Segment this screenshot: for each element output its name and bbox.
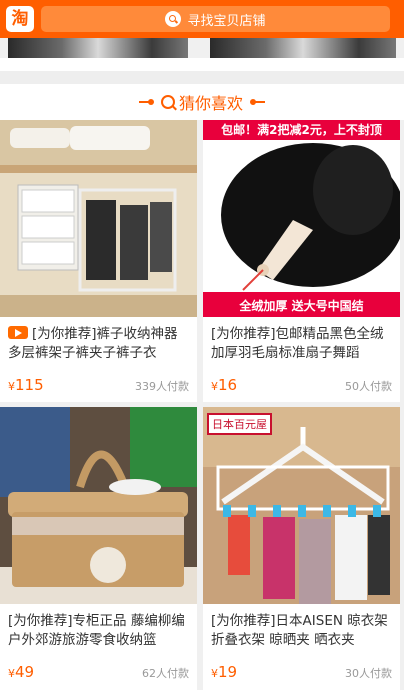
taobao-logo[interactable]: 淘	[6, 6, 34, 32]
divider-left	[138, 99, 154, 105]
promo-banner-top: 包邮！满2把减2元，上不封顶	[221, 123, 382, 137]
product-card[interactable]: [为你推荐]裤子收纳神器多层裤架子裤夹子裤子衣 ¥115 339人付款	[0, 120, 197, 402]
feather-fan-illustration	[203, 120, 400, 317]
product-card[interactable]: 包邮！满2把减2元，上不封顶 全绒加厚 送大号中国结 [为你推荐]包邮精品黑色全…	[203, 120, 400, 402]
product-card[interactable]: [为你推荐]专柜正品 藤编柳编户外郊游旅游零食收纳篮 ¥49 62人付款	[0, 407, 197, 690]
sold-count: 50人付款	[345, 380, 392, 393]
product-price: ¥49	[8, 663, 35, 681]
section-title: 猜你喜欢	[178, 94, 243, 113]
sold-count: 339人付款	[135, 380, 189, 393]
product-price: ¥16	[211, 376, 238, 394]
search-icon	[165, 11, 182, 27]
clothes-hanger-illustration	[203, 407, 400, 604]
product-card[interactable]: 日本百元屋 [为你推荐]日本AISEN 晾衣架 折叠衣架 晾晒夹 晒衣夹 ¥19…	[203, 407, 400, 690]
wicker-basket-illustration	[0, 407, 197, 604]
search-icon	[160, 95, 175, 109]
previous-product-image-right[interactable]	[210, 38, 396, 60]
product-title[interactable]: [为你推荐]包邮精品黑色全绒加厚羽毛扇标准扇子舞蹈	[211, 325, 394, 363]
top-bar: 淘 寻找宝贝店铺	[0, 0, 404, 38]
sold-count: 30人付款	[345, 667, 392, 680]
product-image[interactable]: 包邮！满2把减2元，上不封顶 全绒加厚 送大号中国结	[203, 120, 400, 317]
section-gap	[0, 71, 404, 84]
product-price: ¥19	[211, 663, 238, 681]
guess-you-like-header: 猜你喜欢	[0, 84, 404, 120]
product-title[interactable]: [为你推荐]裤子收纳神器多层裤架子裤夹子裤子衣	[8, 325, 191, 363]
brand-label: 日本百元屋	[207, 413, 272, 435]
product-image[interactable]	[0, 407, 197, 604]
storage-rack-illustration	[0, 120, 197, 317]
sold-count: 62人付款	[142, 667, 189, 680]
product-image[interactable]	[0, 120, 197, 317]
product-title[interactable]: [为你推荐]专柜正品 藤编柳编户外郊游旅游零食收纳篮	[8, 612, 191, 650]
product-image[interactable]: 日本百元屋	[203, 407, 400, 604]
search-box[interactable]: 寻找宝贝店铺	[41, 6, 390, 32]
search-placeholder: 寻找宝贝店铺	[187, 13, 266, 29]
previous-product-image-left[interactable]	[8, 38, 188, 60]
product-title[interactable]: [为你推荐]日本AISEN 晾衣架 折叠衣架 晾晒夹 晒衣夹	[211, 612, 394, 650]
product-price: ¥115	[8, 376, 44, 394]
previous-cards-footer	[0, 58, 404, 71]
video-play-icon	[8, 326, 28, 339]
promo-banner-bottom: 全绒加厚 送大号中国结	[239, 299, 364, 313]
divider-right	[250, 99, 265, 105]
